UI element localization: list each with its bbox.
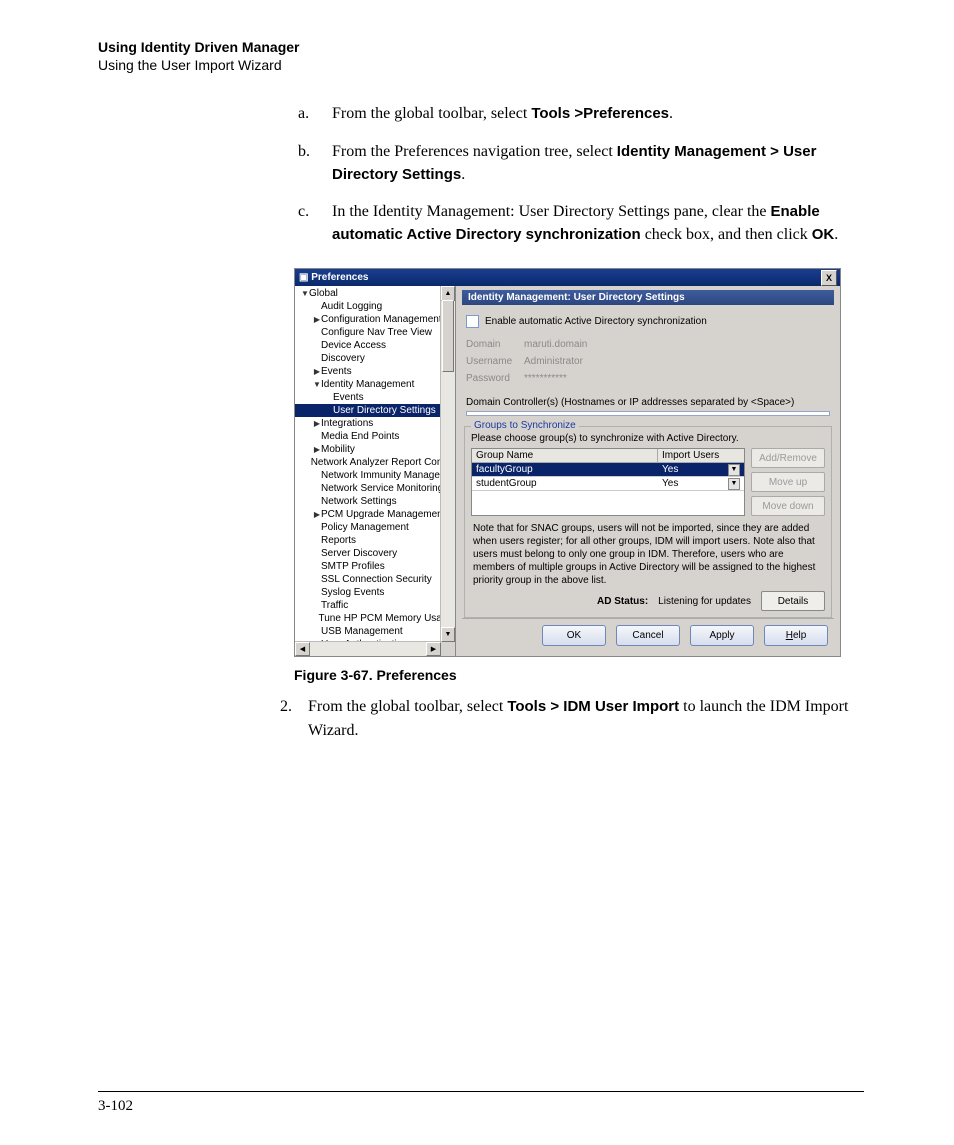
tree-node[interactable]: Audit Logging (295, 300, 455, 313)
domain-field[interactable]: maruti.domain (524, 339, 587, 350)
scroll-down-icon[interactable]: ▼ (441, 627, 455, 642)
tree-node[interactable]: ▶Events (295, 365, 455, 378)
col-group-name[interactable]: Group Name (472, 449, 658, 462)
tree-node[interactable]: Events (295, 391, 455, 404)
tree-node[interactable]: USB Management (295, 625, 455, 638)
tree-node[interactable]: ▶Mobility (295, 443, 455, 456)
tree-node[interactable]: Server Discovery (295, 547, 455, 560)
dropdown-icon[interactable]: ▼ (728, 464, 740, 476)
tree-node[interactable]: ▶Integrations (295, 417, 455, 430)
password-label: Password (466, 373, 524, 384)
step-c-marker: c. (298, 200, 332, 246)
tree-node[interactable]: Device Access (295, 339, 455, 352)
step-b-marker: b. (298, 140, 332, 186)
move-up-button[interactable]: Move up (751, 472, 825, 492)
pane-title: Identity Management: User Directory Sett… (462, 290, 834, 305)
scroll-right-icon[interactable]: ▶ (426, 642, 441, 656)
tree-node[interactable]: SMTP Profiles (295, 560, 455, 573)
figure-caption: Figure 3-67. Preferences (294, 667, 864, 683)
tree-node[interactable]: Media End Points (295, 430, 455, 443)
table-row[interactable]: studentGroupYes▼ (472, 477, 744, 491)
tree-node[interactable]: Network Analyzer Report Config (295, 456, 455, 469)
details-button[interactable]: Details (761, 591, 825, 611)
tree-node[interactable]: User Directory Settings (295, 404, 455, 417)
running-title: Using Identity Driven Manager (98, 38, 864, 56)
tree-node[interactable]: ▼Identity Management (295, 378, 455, 391)
groups-instr: Please choose group(s) to synchronize wi… (471, 433, 825, 444)
ad-status-label: AD Status: (597, 596, 648, 607)
enable-sync-checkbox[interactable] (466, 315, 479, 328)
move-down-button[interactable]: Move down (751, 496, 825, 516)
tree-hscroll[interactable]: ◀ ▶ (295, 641, 441, 656)
step-2-text: From the global toolbar, select Tools > … (308, 695, 864, 741)
tree-vscroll[interactable]: ▲ ▼ (440, 286, 455, 642)
cancel-button[interactable]: Cancel (616, 625, 680, 646)
tree-node[interactable]: Network Service Monitoring (295, 482, 455, 495)
tree-node[interactable]: ▼Global (295, 287, 455, 300)
page-number: 3-102 (98, 1098, 133, 1114)
dc-input[interactable] (466, 411, 830, 416)
domain-label: Domain (466, 339, 524, 350)
tree-node[interactable]: Network Settings (295, 495, 455, 508)
tree-node[interactable]: Tune HP PCM Memory Usage (295, 612, 455, 625)
preferences-dialog: ▣ Preferences X ▼GlobalAudit Logging▶Con… (294, 268, 841, 657)
password-field[interactable]: *********** (524, 373, 567, 384)
enable-sync-label: Enable automatic Active Directory synchr… (485, 316, 707, 327)
step-b-text: From the Preferences navigation tree, se… (332, 140, 864, 186)
add-remove-button[interactable]: Add/Remove (751, 448, 825, 468)
apply-button[interactable]: Apply (690, 625, 754, 646)
step-c-text: In the Identity Management: User Directo… (332, 200, 864, 246)
step-a-marker: a. (298, 102, 332, 125)
col-import-users[interactable]: Import Users (658, 449, 744, 462)
close-icon[interactable]: X (821, 270, 837, 286)
dialog-title: ▣ Preferences (299, 272, 369, 283)
ok-button[interactable]: OK (542, 625, 606, 646)
username-field[interactable]: Administrator (524, 356, 583, 367)
groups-legend: Groups to Synchronize (471, 420, 579, 431)
tree-node[interactable]: Configure Nav Tree View (295, 326, 455, 339)
tree-node[interactable]: SSL Connection Security (295, 573, 455, 586)
tree-node[interactable]: Reports (295, 534, 455, 547)
step-2-marker: 2. (280, 695, 308, 741)
nav-tree[interactable]: ▼GlobalAudit Logging▶Configuration Manag… (295, 286, 456, 656)
tree-node[interactable]: Traffic (295, 599, 455, 612)
scroll-left-icon[interactable]: ◀ (295, 642, 310, 656)
username-label: Username (466, 356, 524, 367)
running-subtitle: Using the User Import Wizard (98, 56, 864, 74)
dropdown-icon[interactable]: ▼ (728, 478, 740, 490)
scroll-thumb[interactable] (442, 300, 454, 372)
tree-node[interactable]: Network Immunity Manager (295, 469, 455, 482)
scroll-up-icon[interactable]: ▲ (441, 286, 455, 301)
tree-node[interactable]: ▶PCM Upgrade Management (295, 508, 455, 521)
table-row[interactable]: facultyGroupYes▼ (472, 463, 744, 477)
tree-node[interactable]: Discovery (295, 352, 455, 365)
ad-status-value: Listening for updates (658, 596, 751, 607)
groups-note: Note that for SNAC groups, users will no… (473, 522, 823, 587)
tree-node[interactable]: ▶Configuration Management (295, 313, 455, 326)
dc-label: Domain Controller(s) (Hostnames or IP ad… (466, 397, 834, 408)
tree-node[interactable]: Syslog Events (295, 586, 455, 599)
help-button[interactable]: Help (764, 625, 828, 646)
step-a-text: From the global toolbar, select Tools >P… (332, 102, 864, 125)
groups-table[interactable]: Group Name Import Users facultyGroupYes▼… (471, 448, 745, 516)
tree-node[interactable]: Policy Management (295, 521, 455, 534)
